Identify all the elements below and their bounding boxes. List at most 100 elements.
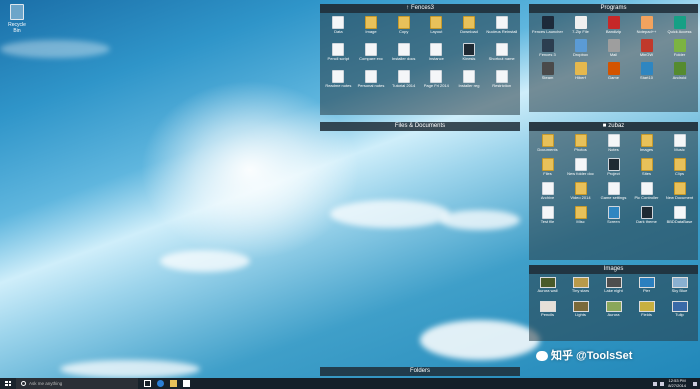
image-thumbnail[interactable]: Pier [631,277,662,293]
program-shortcut[interactable]: Folder [664,39,695,57]
image-thumbnail[interactable]: Aurora wall [532,277,563,293]
image-thumbnail[interactable]: Aurora [598,301,629,317]
program-shortcut[interactable]: Android [664,62,695,80]
file-explorer-icon[interactable] [170,380,177,387]
file-item[interactable]: Video 2014 [565,182,596,200]
file-item[interactable]: Documents [532,134,563,152]
file-item[interactable]: Dark theme [631,206,662,224]
file-item[interactable]: Screen [598,206,629,224]
fence-images[interactable]: Images Aurora wall Tiny stars Lake night Pi… [529,265,698,341]
item-label: Sites [642,171,651,176]
program-shortcut[interactable]: Fences 3 [532,39,563,57]
image-thumbnail[interactable]: Fields [631,301,662,317]
program-shortcut[interactable]: Notepad++ [631,16,662,34]
volume-icon[interactable] [660,381,665,386]
store-icon[interactable] [183,380,190,387]
file-item[interactable]: Personal notes [356,70,387,88]
file-item[interactable]: Kinesis [454,43,485,61]
document-icon [397,70,410,83]
notifications-icon[interactable] [693,381,697,386]
folder-icon [541,158,554,171]
item-label: Music [674,147,685,152]
document-icon [430,70,443,83]
program-shortcut[interactable]: Steam [532,62,563,80]
fence-fences3[interactable]: ↑ Fences3 Data Image Copy Layout Download Nucl… [320,4,520,115]
file-item[interactable]: Image [356,16,387,34]
fence-programs[interactable]: Programs Fences Launcher 7-Zip File Bandiz… [529,4,698,112]
file-item[interactable]: Files [532,158,563,176]
image-thumbnail[interactable]: Tiny stars [565,277,596,293]
program-shortcut[interactable]: Dropbox [565,39,596,57]
fence-title-bar[interactable]: Programs [529,4,698,13]
recycle-bin-label: Recycle Bin [8,22,26,34]
file-item[interactable]: Images [631,134,662,152]
file-item[interactable]: Page Fri 2014 [421,70,452,88]
file-item[interactable]: Copy [388,16,419,34]
network-icon[interactable] [653,381,658,386]
program-shortcut[interactable]: Fences Launcher [532,16,563,34]
file-item[interactable]: Pic Controller [631,182,662,200]
item-label: Restriction [492,83,512,88]
app-icon [541,62,554,75]
fence-title-bar[interactable]: Images [529,265,698,274]
file-item[interactable]: Archive [532,182,563,200]
fence-files-documents-collapsed[interactable]: Files & Documents [320,122,520,131]
document-icon [364,43,377,56]
task-view-icon[interactable] [144,380,151,387]
item-label: Instance [428,56,444,61]
item-label: Files [543,171,552,176]
fence-zubaz[interactable]: ■ zubaz Documents Photos Notes Images Music Fi… [529,122,698,260]
program-shortcut[interactable]: Bandizip [598,16,629,34]
file-item[interactable]: Instance [421,43,452,61]
image-thumbnail[interactable]: Lights [565,301,596,317]
item-label: MinGW [639,52,654,57]
file-item[interactable]: Installer docs [388,43,419,61]
program-shortcut[interactable]: MinGW [631,39,662,57]
image-thumbnail[interactable]: Tulip [664,301,695,317]
file-item[interactable]: Restriction [486,70,517,88]
recycle-bin-shortcut[interactable]: Recycle Bin [4,4,30,34]
file-item[interactable]: Tutorial 2014 [388,70,419,88]
file-item[interactable]: Notes [598,134,629,152]
program-shortcut[interactable]: 7-Zip File [565,16,596,34]
image-icon [671,301,688,312]
file-item[interactable]: Photos [565,134,596,152]
file-item[interactable]: Data [323,16,354,34]
program-shortcut[interactable]: Start10 [631,62,662,80]
file-item[interactable]: Project [598,158,629,176]
fence-title-bar[interactable]: ↑ Fences3 [320,4,520,13]
program-shortcut[interactable]: Quick Access [664,16,695,34]
image-thumbnail[interactable]: Pencils [532,301,563,317]
file-item[interactable]: Shortcut name [486,43,517,61]
file-item[interactable]: Installer reg [454,70,485,88]
file-item[interactable]: Readme notes [323,70,354,88]
file-item[interactable]: Download [454,16,485,34]
program-shortcut[interactable]: Hiberf [565,62,596,80]
image-thumbnail[interactable]: Sky Blue [664,277,695,293]
fence-title-bar[interactable]: ■ zubaz [529,122,698,131]
file-item[interactable]: Test file [532,206,563,224]
item-label: Pic Controller [634,195,659,200]
file-item[interactable]: Clips [664,158,695,176]
file-item[interactable]: Layout [421,16,452,34]
file-item[interactable]: Pencil script [323,43,354,61]
file-item[interactable]: Sites [631,158,662,176]
file-item[interactable]: Misc [565,206,596,224]
fence-folders-collapsed[interactable]: Folders [320,367,520,376]
search-box[interactable]: Ask me anything [16,378,138,389]
file-item[interactable]: Compare exc [356,43,387,61]
app-icon [640,39,653,52]
file-item[interactable]: New Document [664,182,695,200]
file-item[interactable]: BBDDataBase [664,206,695,224]
program-shortcut[interactable]: Mail [598,39,629,57]
start-button[interactable] [0,378,16,389]
file-item[interactable]: Game settings [598,182,629,200]
edge-browser-icon[interactable] [157,380,164,387]
program-shortcut[interactable]: Game [598,62,629,80]
file-item[interactable]: Nucleus Reinstall [486,16,517,34]
file-item[interactable]: Music [664,134,695,152]
search-placeholder: Ask me anything [29,381,63,386]
file-item[interactable]: New folder doc [565,158,596,176]
clock[interactable]: 12:53 PM 8/27/2014 [668,378,686,388]
image-thumbnail[interactable]: Lake night [598,277,629,293]
